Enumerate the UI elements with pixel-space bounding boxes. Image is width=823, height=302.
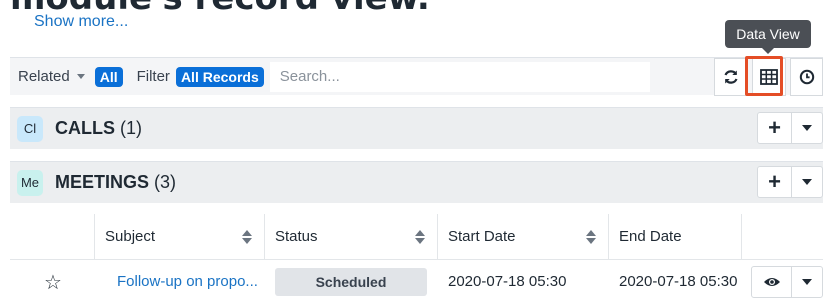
meetings-subpanel-count: (3) <box>154 172 177 192</box>
column-header-start-date[interactable]: Start Date <box>437 214 608 259</box>
calls-create-button[interactable]: + <box>758 113 792 143</box>
table-row: ☆ Follow-up on propo... Scheduled 2020-0… <box>10 262 823 302</box>
chevron-down-icon <box>802 125 812 131</box>
calls-module-badge: Cl <box>17 115 43 142</box>
search-input[interactable]: Search... <box>269 61 650 92</box>
calls-actions-dropdown[interactable] <box>792 113 822 143</box>
calls-subpanel-count: (1) <box>120 118 142 138</box>
filter-all-records-pill[interactable]: All Records <box>175 66 264 87</box>
sort-icon <box>242 230 252 244</box>
favorite-star-icon[interactable]: ☆ <box>44 270 62 295</box>
eye-icon <box>763 278 780 286</box>
subpanel-toolbar: Related All Filter All Records Search... <box>10 57 823 96</box>
column-header-subject[interactable]: Subject <box>94 214 264 259</box>
related-filter[interactable]: Related All <box>18 66 123 87</box>
meetings-list-header: Subject Status Start Date End Date <box>10 214 823 260</box>
refresh-icon <box>724 70 738 84</box>
column-label: End Date <box>619 228 682 245</box>
column-label: Subject <box>105 228 156 245</box>
data-view-highlight-box <box>745 56 783 96</box>
timeline-button[interactable] <box>790 58 823 96</box>
data-view-tooltip: Data View <box>725 20 811 48</box>
start-date-value: 2020-07-18 05:30 <box>448 273 567 290</box>
chevron-down-icon <box>76 74 85 79</box>
plus-icon: + <box>768 169 781 194</box>
column-label: Start Date <box>448 228 516 245</box>
meetings-actions-dropdown[interactable] <box>792 167 822 197</box>
tooltip-arrow <box>762 48 774 54</box>
calls-actions: + <box>757 112 823 144</box>
preview-button[interactable] <box>752 267 792 297</box>
status-badge: Scheduled <box>275 268 427 296</box>
refresh-button[interactable] <box>714 58 748 96</box>
calls-subpanel-title: CALLS <box>55 118 115 138</box>
meetings-create-button[interactable]: + <box>758 167 792 197</box>
column-header-status[interactable]: Status <box>264 214 437 259</box>
meetings-subpanel-title: MEETINGS <box>55 172 150 192</box>
calls-subpanel-header[interactable]: Cl CALLS (1) + <box>10 107 823 149</box>
meeting-subject-link[interactable]: Follow-up on propo... <box>117 273 258 290</box>
plus-icon: + <box>768 115 781 140</box>
related-all-pill[interactable]: All <box>94 66 123 87</box>
chevron-down-icon <box>802 179 812 185</box>
meetings-actions: + <box>757 166 823 198</box>
meetings-subpanel-header[interactable]: Me MEETINGS (3) + <box>10 161 823 203</box>
related-label: Related <box>18 68 70 85</box>
header-actions-spacer <box>741 214 823 259</box>
sort-icon <box>586 230 596 244</box>
end-date-value: 2020-07-18 05:30 <box>619 273 738 290</box>
meetings-module-badge: Me <box>17 169 43 196</box>
row-actions <box>751 266 823 298</box>
column-header-end-date[interactable]: End Date <box>608 214 741 259</box>
row-actions-dropdown[interactable] <box>792 267 822 297</box>
filter-label: Filter <box>136 68 170 85</box>
show-more-link[interactable]: Show more... <box>34 13 128 31</box>
column-label: Status <box>275 228 318 245</box>
header-spacer <box>10 214 94 259</box>
sort-icon <box>415 230 425 244</box>
clock-icon <box>799 69 814 85</box>
chevron-down-icon <box>802 279 812 285</box>
